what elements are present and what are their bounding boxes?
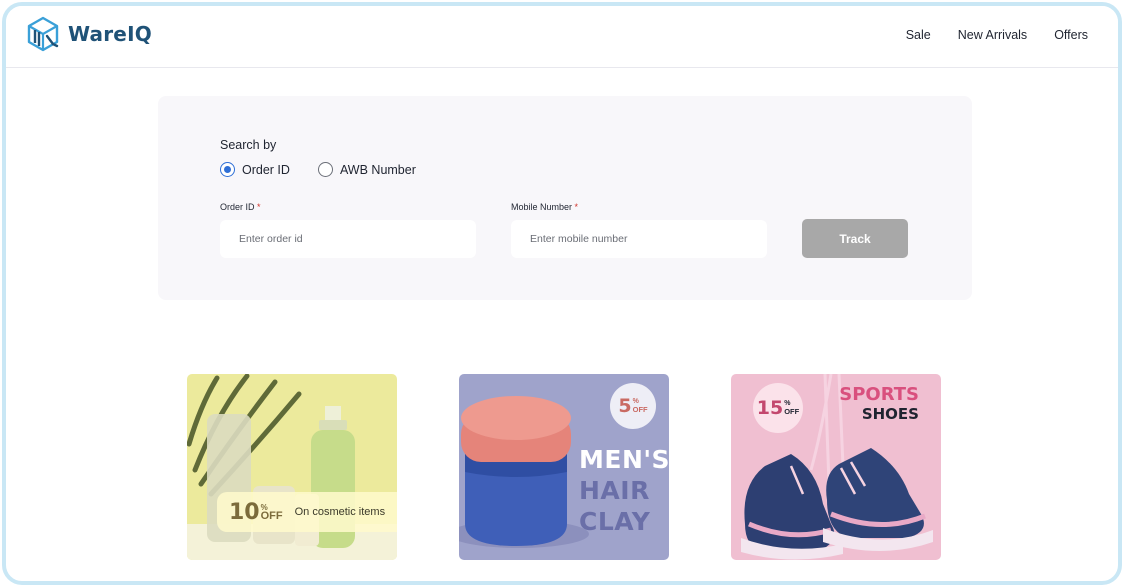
radio-order-id[interactable]: Order ID [220, 162, 290, 177]
search-type-radio-group: Order ID AWB Number [220, 162, 444, 177]
cosmetics-discount-number: 10 [229, 499, 260, 525]
cosmetics-discount-off: OFF [260, 510, 283, 522]
banner-sports-shoes[interactable]: 15 % OFF SPORTS SHOES [731, 374, 941, 560]
order-id-field-label: Order ID * [220, 202, 261, 212]
sports-shoes-headline: SPORTS SHOES [839, 384, 919, 424]
order-id-required-mark: * [257, 202, 261, 212]
app-frame: WareIQ Sale New Arrivals Offers Search b… [2, 2, 1122, 585]
sports-shoes-discount-number: 15 [756, 397, 784, 419]
hair-clay-discount-off: OFF [632, 405, 648, 414]
search-by-label: Search by [220, 138, 277, 152]
nav-sale[interactable]: Sale [906, 28, 931, 42]
hair-clay-headline-line-1: MEN'S [579, 445, 669, 474]
hair-clay-discount-number: 5 [618, 395, 632, 417]
sports-shoes-headline-top: SPORTS [839, 384, 919, 405]
mobile-number-field-label: Mobile Number * [511, 202, 578, 212]
radio-awb-number-label: AWB Number [339, 162, 416, 177]
hair-clay-headline-line-3: CLAY [579, 507, 651, 536]
radio-order-id-label: Order ID [242, 162, 290, 177]
brand-name: WareIQ [68, 22, 152, 46]
main-nav: Sale New Arrivals Offers [879, 28, 1088, 42]
cosmetics-discount-badge: 10 % OFF On cosmetic items [217, 492, 397, 532]
order-id-input[interactable] [220, 220, 476, 258]
hair-clay-headline: MEN'S HAIR CLAY [579, 444, 669, 537]
hair-clay-discount-badge: 5 % OFF [610, 383, 656, 429]
radio-order-id-control[interactable] [220, 162, 235, 177]
cosmetics-banner-text: On cosmetic items [294, 506, 386, 518]
track-order-card: Search by Order ID AWB Number Order ID *… [158, 96, 972, 300]
banner-cosmetics[interactable]: 10 % OFF On cosmetic items [187, 374, 397, 560]
sports-shoes-discount-badge: 15 % OFF [753, 383, 803, 433]
sports-shoes-discount-off: OFF [784, 407, 800, 416]
top-header: WareIQ Sale New Arrivals Offers [6, 6, 1118, 68]
mobile-number-required-mark: * [574, 202, 579, 212]
brand-logo[interactable]: WareIQ [26, 16, 152, 52]
sports-shoes-headline-bottom: SHOES [861, 405, 919, 423]
track-button[interactable]: Track [802, 219, 908, 258]
order-id-label-text: Order ID [220, 202, 255, 212]
nav-offers[interactable]: Offers [1054, 28, 1088, 42]
nav-new-arrivals[interactable]: New Arrivals [958, 28, 1027, 42]
banner-mens-hair-clay[interactable]: 5 % OFF MEN'S HAIR CLAY [459, 374, 669, 560]
cosmetics-illustration [187, 374, 397, 560]
hair-clay-headline-line-2: HAIR [579, 476, 650, 505]
mobile-number-input[interactable] [511, 220, 767, 258]
radio-awb-number-control[interactable] [317, 162, 333, 177]
radio-awb-number[interactable]: AWB Number [317, 162, 416, 177]
mobile-number-label-text: Mobile Number [511, 202, 573, 212]
wareiq-cube-logo-icon [26, 16, 60, 52]
